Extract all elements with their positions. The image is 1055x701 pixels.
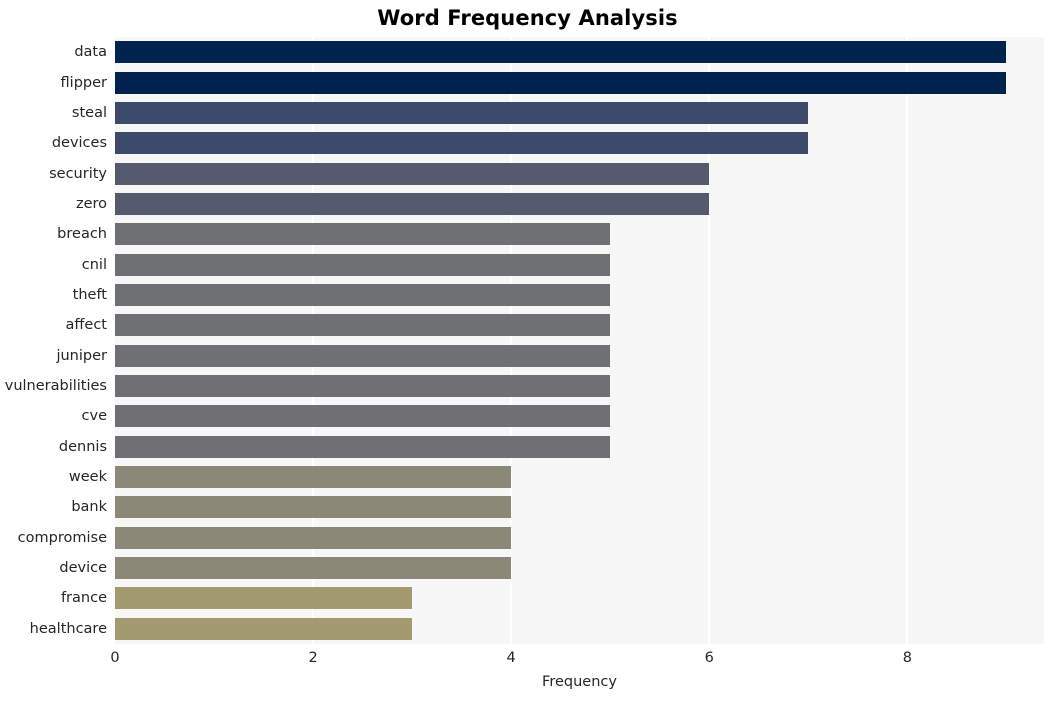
y-tick-label: steal: [71, 104, 107, 121]
plot-area: [115, 37, 1044, 644]
y-tick-label: compromise: [17, 529, 107, 546]
y-tick-label: security: [49, 165, 107, 182]
bar: [115, 101, 809, 124]
bar: [115, 375, 611, 398]
bar: [115, 466, 512, 489]
bars-layer: [115, 37, 1044, 644]
y-tick-label: devices: [51, 135, 107, 152]
x-axis-label: Frequency: [542, 674, 617, 690]
y-tick-label: flipper: [60, 74, 107, 91]
y-tick-label: france: [60, 590, 107, 607]
bar: [115, 617, 413, 640]
bar: [115, 405, 611, 428]
bar: [115, 132, 809, 155]
bar: [115, 496, 512, 519]
y-tick-label: breach: [57, 226, 107, 243]
bar: [115, 253, 611, 276]
bar: [115, 526, 512, 549]
y-tick-label: device: [59, 560, 107, 577]
y-tick-label: vulnerabilities: [4, 378, 107, 395]
x-tick-label: 8: [902, 650, 912, 666]
bar: [115, 344, 611, 367]
y-tick-label: week: [68, 469, 107, 486]
y-axis: data flipper steal devices security zero breac…: [0, 37, 107, 644]
x-tick-label: 2: [308, 650, 318, 666]
bar: [115, 557, 512, 580]
y-tick-label: affect: [65, 317, 107, 334]
x-tick-label: 4: [506, 650, 516, 666]
y-tick-label: healthcare: [29, 620, 107, 637]
bar: [115, 162, 710, 185]
y-tick-label: cve: [81, 408, 107, 425]
y-tick-label: theft: [72, 286, 107, 303]
chart-title: Word Frequency Analysis: [377, 6, 678, 30]
word-frequency-chart: Word Frequency Analysis data flipper steal…: [0, 0, 1055, 701]
bar: [115, 41, 1007, 64]
bar: [115, 435, 611, 458]
y-tick-label: bank: [71, 499, 107, 516]
x-tick-label: 0: [110, 650, 120, 666]
bar: [115, 71, 1007, 94]
y-tick-label: zero: [75, 195, 107, 212]
y-tick-label: data: [74, 44, 107, 61]
bar: [115, 283, 611, 306]
bar: [115, 314, 611, 337]
y-tick-label: juniper: [56, 347, 107, 364]
y-tick-label: cnil: [81, 256, 107, 273]
x-axis: 0 2 4 6 8: [110, 644, 1044, 674]
y-tick-label: dennis: [58, 438, 107, 455]
x-tick-label: 6: [704, 650, 714, 666]
bar: [115, 192, 710, 215]
bar: [115, 587, 413, 610]
bar: [115, 223, 611, 246]
